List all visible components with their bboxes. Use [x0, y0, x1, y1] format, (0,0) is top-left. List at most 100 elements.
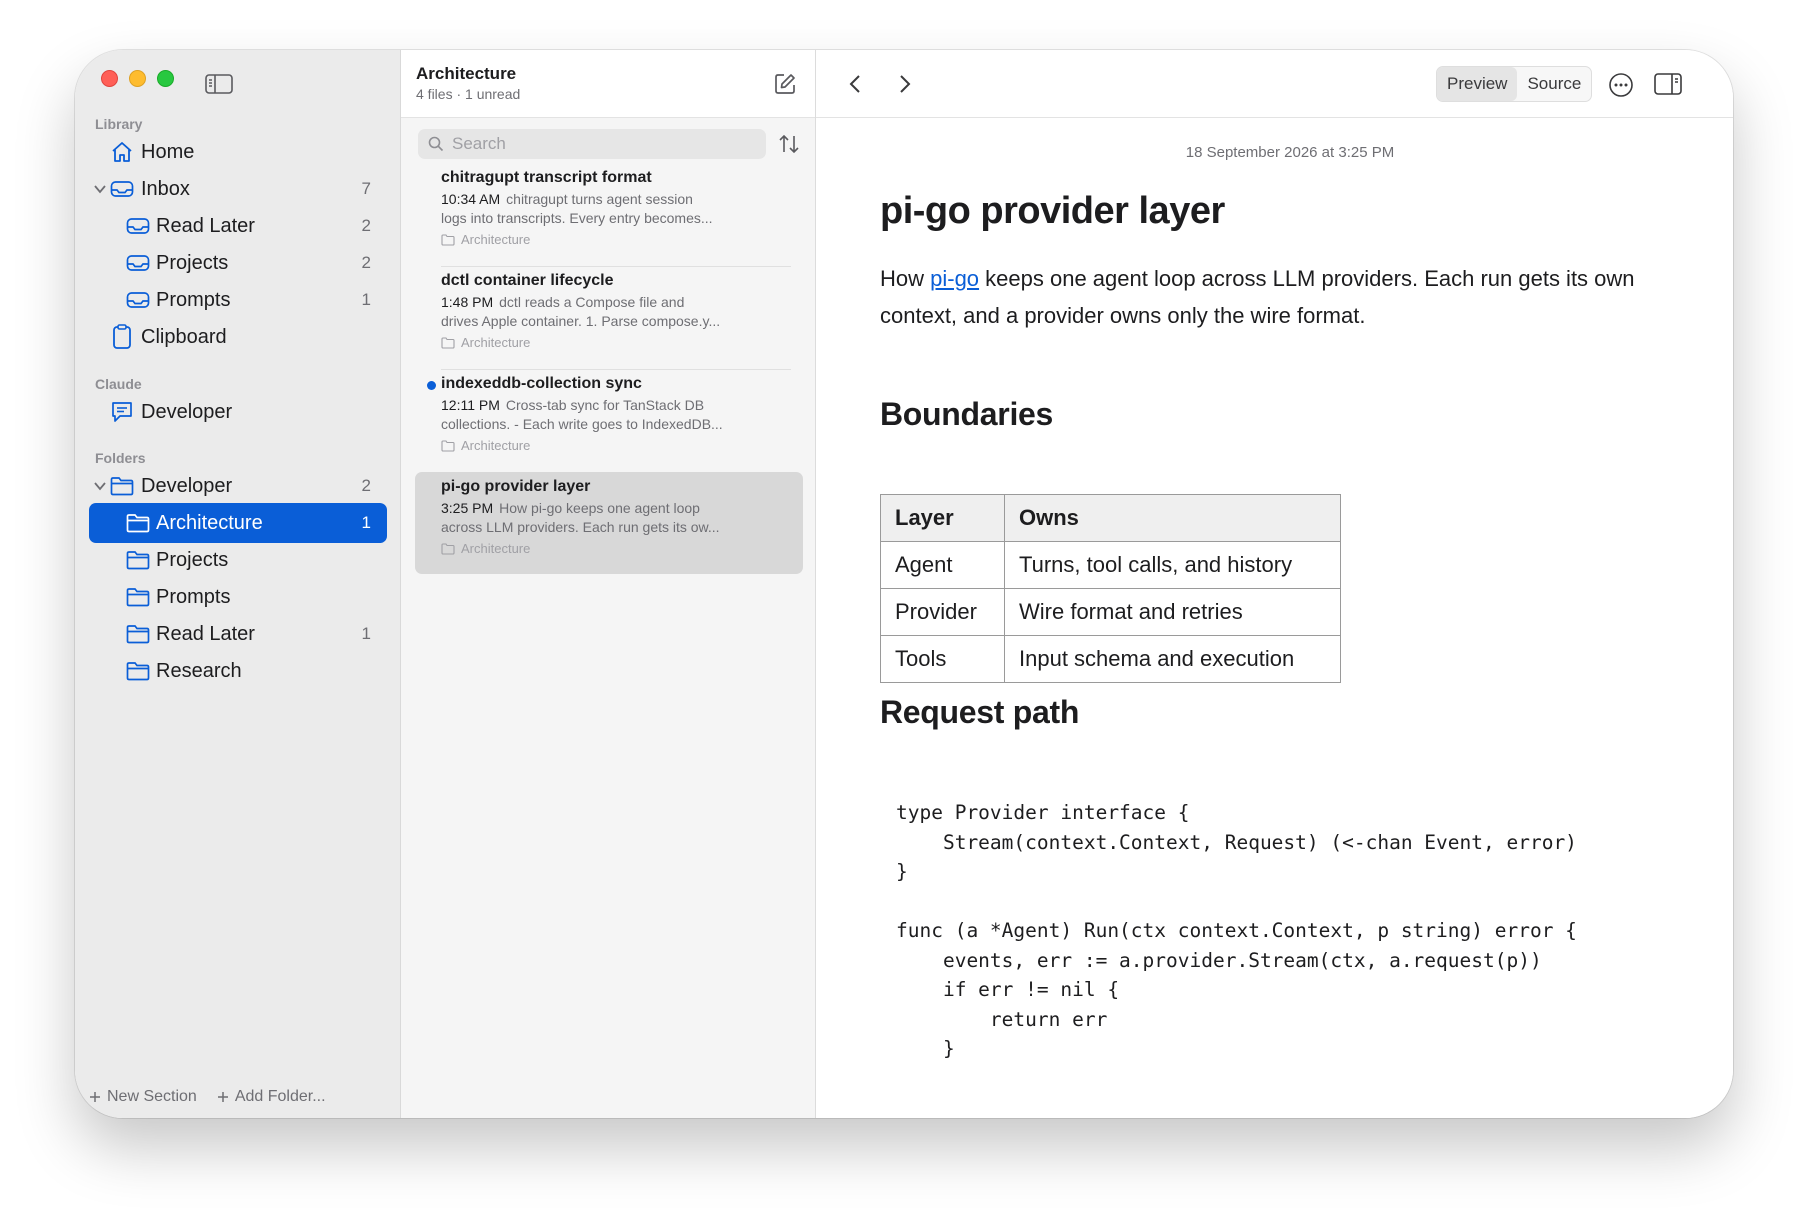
sidebar-item-label: Developer [141, 400, 233, 423]
code-block: type Provider interface { Stream(context… [896, 801, 1577, 1060]
sidebar-item-clipboard[interactable]: Clipboard [89, 317, 387, 357]
count-badge: 1 [361, 624, 371, 643]
sidebar-item-label: Developer [141, 474, 233, 497]
table-row: Tools Input schema and execution [880, 635, 1341, 683]
note-time: 12:11 PM [441, 397, 500, 413]
note-preview-line1: 3:25 PM How pi-go keeps one agent loop [441, 500, 791, 516]
document-intro: How pi-go keeps one agent loop across LL… [880, 260, 1680, 334]
detail-toolbar: Preview Source [816, 50, 1733, 118]
table-row: Agent Turns, tool calls, and history [880, 541, 1341, 589]
note-folder: Architecture [441, 232, 530, 247]
count-badge: 2 [361, 476, 371, 495]
inbox-icon [125, 214, 151, 238]
note-list-item-selected[interactable]: pi-go provider layer 3:25 PM How pi-go ke… [415, 472, 803, 574]
sidebar-item-folder-read-later[interactable]: Read Later 1 [89, 614, 387, 654]
note-list-item[interactable]: indexeddb-collection sync 12:11 PM Cross-… [415, 369, 803, 471]
new-section-button[interactable]: New Section [89, 1088, 197, 1106]
note-preview: Cross-tab sync for TanStack DB [505, 397, 705, 413]
note-time: 10:34 AM [441, 191, 501, 207]
note-list-item[interactable]: dctl container lifecycle 1:48 PM dctl rea… [415, 266, 803, 368]
sidebar-item-folder-developer[interactable]: Developer 2 [89, 466, 387, 506]
intro-text: keeps one agent loop across LLM provider… [880, 266, 1635, 328]
note-title: dctl container lifecycle [441, 272, 614, 289]
sidebar-item-inbox[interactable]: Inbox 7 [89, 169, 387, 209]
more-options-icon[interactable] [1608, 72, 1634, 98]
sidebar-item-projects[interactable]: Projects 2 [89, 243, 387, 283]
sidebar-item-label: Projects [156, 548, 229, 571]
note-title: chitragupt transcript format [441, 169, 652, 186]
folder-icon [109, 474, 135, 498]
folder-icon [125, 622, 151, 646]
sidebar-item-label: Clipboard [141, 325, 227, 348]
note-preview-line2: drives Apple container. 1. Parse compose… [441, 313, 721, 329]
clipboard-icon [109, 324, 135, 349]
inspector-toggle-icon[interactable] [1654, 72, 1682, 96]
note-preview-line1: 10:34 AM chitragupt turns agent session [441, 191, 791, 207]
note-list-column: Architecture 4 files · 1 unread Search c… [401, 50, 816, 1118]
sidebar-item-label: Architecture [156, 511, 263, 534]
count-badge: 2 [361, 253, 371, 272]
sidebar-item-label: Read Later [156, 622, 255, 645]
sidebar-item-label: Read Later [156, 214, 255, 237]
note-preview-line2: logs into transcripts. Every entry becom… [441, 210, 713, 226]
plus-icon [217, 1092, 228, 1102]
sidebar-item-home[interactable]: Home [89, 132, 387, 172]
folder-icon [125, 548, 151, 572]
home-icon [109, 140, 135, 164]
detail-pane: Preview Source 18 September 2026 at 3:25… [816, 50, 1733, 1118]
note-folder-label: Architecture [461, 335, 531, 350]
chevron-down-icon[interactable] [93, 182, 107, 196]
section-header-library: Library [95, 116, 143, 132]
new-section-label: New Section [107, 1088, 197, 1105]
sidebar-item-folder-architecture[interactable]: Architecture 1 [89, 503, 387, 543]
sidebar-item-read-later[interactable]: Read Later 2 [89, 206, 387, 246]
note-preview-line1: 12:11 PM Cross-tab sync for TanStack DB [441, 397, 791, 413]
sidebar-toggle-icon[interactable] [205, 74, 233, 94]
chevron-right-icon[interactable] [894, 72, 914, 96]
minimize-window-button[interactable] [129, 70, 146, 87]
table-cell: Turns, tool calls, and history [1004, 541, 1341, 589]
count-badge: 2 [361, 216, 371, 235]
sidebar-item-prompts[interactable]: Prompts 1 [89, 280, 387, 320]
folder-icon [125, 659, 151, 683]
folder-icon [125, 585, 151, 609]
count-badge: 1 [361, 513, 371, 532]
sidebar-footer: New Section Add Folder... [89, 1088, 326, 1106]
zoom-window-button[interactable] [157, 70, 174, 87]
chevron-down-icon[interactable] [93, 479, 107, 493]
preview-tab[interactable]: Preview [1437, 67, 1518, 101]
view-mode-segmented-control: Preview Source [1436, 66, 1593, 102]
search-input[interactable]: Search [418, 129, 766, 159]
add-folder-label: Add Folder... [234, 1088, 326, 1105]
note-preview: dctl reads a Compose file and [499, 294, 685, 310]
table-cell: Provider [880, 588, 1005, 636]
search-placeholder: Search [452, 134, 506, 153]
boundaries-table: Layer Owns Agent Turns, tool calls, and … [880, 494, 1341, 683]
chevron-left-icon[interactable] [846, 72, 866, 96]
sidebar-item-folder-prompts[interactable]: Prompts [89, 577, 387, 617]
sidebar-item-folder-research[interactable]: Research [89, 651, 387, 691]
folder-icon [441, 233, 455, 246]
list-subtitle: 4 files · 1 unread [416, 86, 521, 102]
folder-icon [441, 336, 455, 349]
heading-boundaries: Boundaries [880, 396, 1054, 432]
sort-icon[interactable] [777, 132, 801, 156]
list-header: Architecture 4 files · 1 unread [401, 50, 815, 118]
document-title: pi-go provider layer [880, 190, 1225, 232]
sidebar-item-claude-developer[interactable]: Developer [89, 392, 387, 432]
close-window-button[interactable] [101, 70, 118, 87]
note-preview: How pi-go keeps one agent loop [499, 500, 700, 516]
search-icon [428, 136, 444, 152]
note-folder: Architecture [441, 335, 530, 350]
add-folder-button[interactable]: Add Folder... [217, 1088, 326, 1106]
table-header-cell: Layer [880, 494, 1005, 542]
source-tab[interactable]: Source [1517, 67, 1591, 101]
table-row: Provider Wire format and retries [880, 588, 1341, 636]
compose-icon[interactable] [773, 72, 797, 96]
sidebar-item-label: Prompts [156, 585, 231, 608]
pi-go-link[interactable]: pi-go [930, 266, 979, 291]
sidebar-item-folder-projects[interactable]: Projects [89, 540, 387, 580]
sidebar-item-label: Projects [156, 251, 229, 274]
sidebar-item-label: Prompts [156, 288, 231, 311]
note-list-item[interactable]: chitragupt transcript format 10:34 AM chi… [415, 163, 803, 265]
